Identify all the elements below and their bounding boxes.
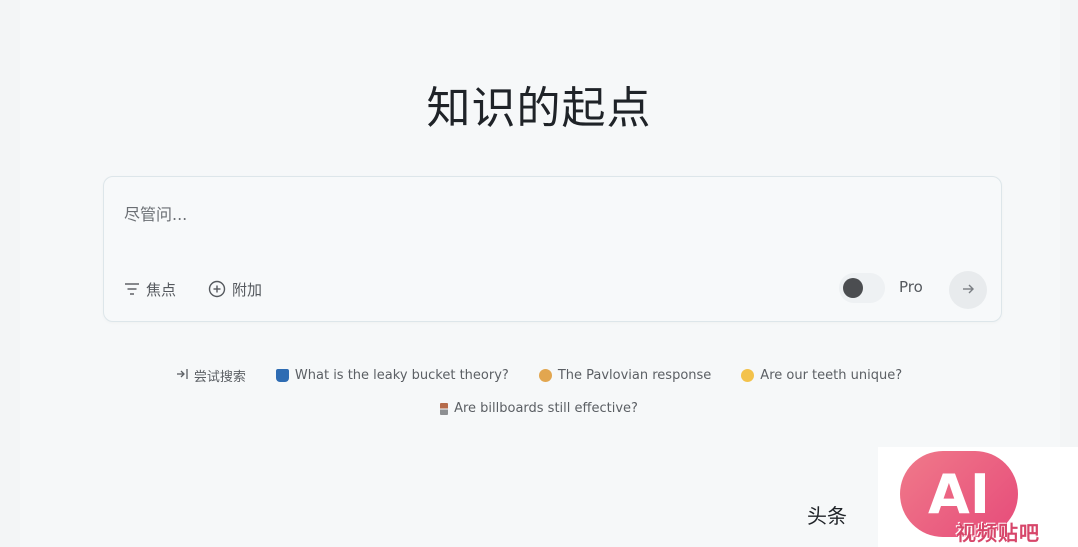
- arrow-in-icon: [176, 368, 190, 384]
- suggestion-chip[interactable]: Are our teeth unique?: [741, 368, 902, 383]
- suggestion-chip[interactable]: What is the leaky bucket theory?: [275, 368, 509, 383]
- search-input[interactable]: [122, 199, 986, 229]
- attach-label: 附加: [232, 280, 263, 299]
- suggestion-chip[interactable]: The Pavlovian response: [538, 368, 711, 383]
- submit-button[interactable]: [949, 271, 987, 309]
- plus-circle-icon: [208, 280, 226, 298]
- arrow-right-icon: [961, 281, 975, 300]
- bucket-icon: [275, 369, 289, 382]
- watermark-subtitle: 视频贴吧: [956, 521, 1040, 545]
- dog-icon: [538, 369, 552, 382]
- try-search-label: 尝试搜索: [176, 366, 246, 385]
- pro-toggle[interactable]: [839, 273, 885, 303]
- footer-text: 头条: [807, 504, 847, 528]
- focus-label: 焦点: [146, 280, 177, 299]
- pro-label: Pro: [899, 278, 923, 296]
- suggestion-row: 尝试搜索 What is the leaky bucket theory? Th…: [0, 366, 1078, 385]
- watermark: AI 视频贴吧: [878, 447, 1078, 547]
- focus-button[interactable]: 焦点: [124, 277, 176, 301]
- toggle-knob: [843, 278, 863, 298]
- suggestion-chip[interactable]: Are billboards still effective?: [440, 401, 638, 416]
- filter-icon: [124, 282, 140, 296]
- attach-button[interactable]: 附加: [208, 277, 262, 301]
- page-title: 知识的起点: [426, 83, 652, 134]
- billboard-icon: [440, 402, 449, 415]
- suggestion-row: Are billboards still effective?: [0, 401, 1078, 416]
- tooth-icon: [741, 369, 755, 382]
- search-box: 焦点 附加 Pro: [103, 176, 1002, 322]
